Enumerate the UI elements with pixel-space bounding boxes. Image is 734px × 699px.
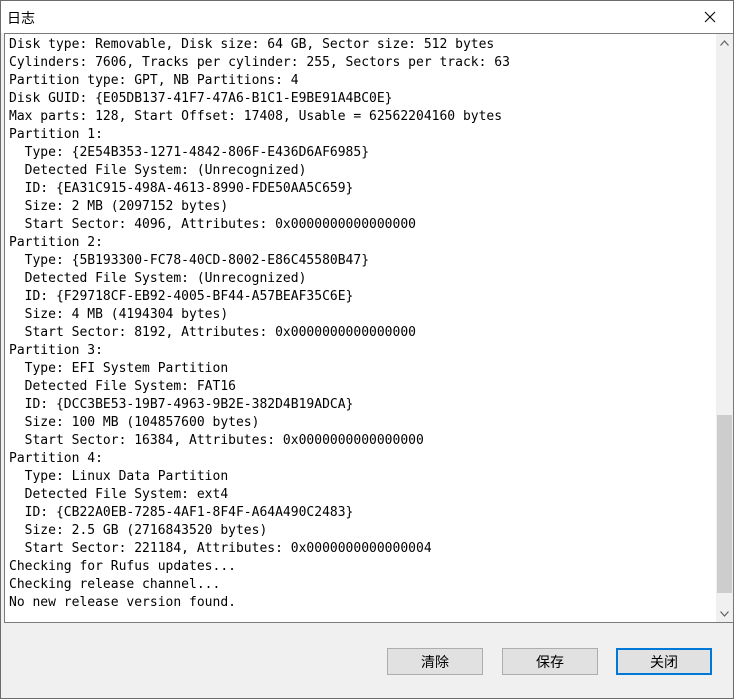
log-line: Start Sector: 221184, Attributes: 0x0000…	[9, 541, 432, 556]
log-line: Cylinders: 7606, Tracks per cylinder: 25…	[9, 55, 510, 70]
log-line: Partition 3:	[9, 343, 103, 358]
save-button[interactable]: 保存	[502, 648, 598, 675]
close-button[interactable]: 关闭	[616, 648, 712, 675]
log-line: Size: 2.5 GB (2716843520 bytes)	[9, 523, 268, 538]
log-line: Start Sector: 16384, Attributes: 0x00000…	[9, 433, 424, 448]
log-line: Size: 4 MB (4194304 bytes)	[9, 307, 229, 322]
log-line: Partition 4:	[9, 451, 103, 466]
log-line: ID: {F29718CF-EB92-4005-BF44-A57BEAF35C6…	[9, 289, 354, 304]
scroll-down-button[interactable]	[716, 605, 733, 622]
scroll-thumb[interactable]	[717, 415, 732, 593]
log-line: ID: {EA31C915-498A-4613-8990-FDE50AA5C65…	[9, 181, 354, 196]
close-icon	[704, 11, 716, 23]
log-line: Size: 100 MB (104857600 bytes)	[9, 415, 260, 430]
log-line: Type: Linux Data Partition	[9, 469, 229, 484]
log-line: ID: {DCC3BE53-19B7-4963-9B2E-382D4B19ADC…	[9, 397, 354, 412]
log-line: ID: {CB22A0EB-7285-4AF1-8F4F-A64A490C248…	[9, 505, 354, 520]
window-close-button[interactable]	[687, 1, 733, 33]
log-line: Start Sector: 8192, Attributes: 0x000000…	[9, 325, 416, 340]
log-line: Partition 2:	[9, 235, 103, 250]
log-line: Type: {2E54B353-1271-4842-806F-E436D6AF6…	[9, 145, 370, 160]
log-window: 日志 Disk type: Removable, Disk size: 64 G…	[0, 0, 734, 699]
log-line: Max parts: 128, Start Offset: 17408, Usa…	[9, 109, 503, 124]
log-line: Detected File System: FAT16	[9, 379, 236, 394]
log-textbox[interactable]: Disk type: Removable, Disk size: 64 GB, …	[4, 33, 734, 623]
log-line: Detected File System: (Unrecognized)	[9, 271, 307, 286]
chevron-down-icon	[720, 610, 729, 617]
log-content: Disk type: Removable, Disk size: 64 GB, …	[9, 36, 709, 620]
log-line: No new release version found.	[9, 595, 236, 610]
log-line: Type: {5B193300-FC78-40CD-8002-E86C45580…	[9, 253, 370, 268]
window-title: 日志	[7, 11, 35, 27]
log-line: Partition type: GPT, NB Partitions: 4	[9, 73, 299, 88]
chevron-up-icon	[720, 39, 729, 46]
log-line: Checking release channel...	[9, 577, 221, 592]
log-line: Disk type: Removable, Disk size: 64 GB, …	[9, 37, 495, 52]
log-line: Disk GUID: {E05DB137-41F7-47A6-B1C1-E9BE…	[9, 91, 393, 106]
title-bar[interactable]: 日志	[1, 1, 733, 33]
log-line: Type: EFI System Partition	[9, 361, 229, 376]
log-line: Start Sector: 4096, Attributes: 0x000000…	[9, 217, 416, 232]
scroll-up-button[interactable]	[716, 34, 733, 51]
log-line: Detected File System: (Unrecognized)	[9, 163, 307, 178]
vertical-scrollbar[interactable]	[716, 34, 733, 622]
log-line: Detected File System: ext4	[9, 487, 229, 502]
log-line: Size: 2 MB (2097152 bytes)	[9, 199, 229, 214]
log-line: Partition 1:	[9, 127, 103, 142]
clear-button[interactable]: 清除	[387, 648, 483, 675]
log-line: Checking for Rufus updates...	[9, 559, 236, 574]
